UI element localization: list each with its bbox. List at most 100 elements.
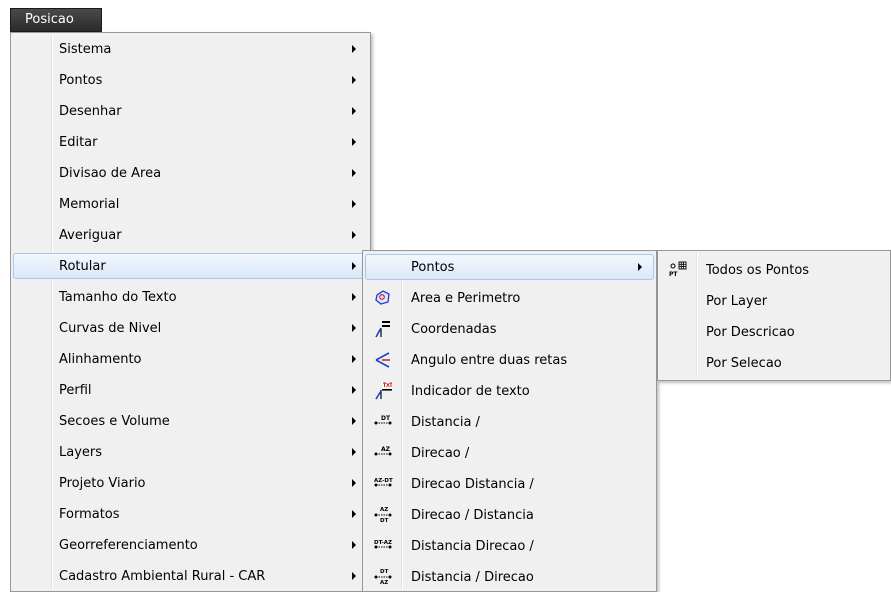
menu-item-label: Direcao Distancia /: [411, 476, 534, 492]
menu-item-divisao-de-area[interactable]: Divisao de Area: [13, 160, 368, 186]
menu-item-label: Direcao / Distancia: [411, 507, 534, 523]
submenu-arrow-icon: [352, 293, 356, 301]
submenu-arrow-icon: [352, 417, 356, 425]
submenu-item-todos-os-pontos[interactable]: PT Todos os Pontos: [660, 257, 888, 283]
menu-item-label: Por Selecao: [706, 355, 782, 371]
menu-item-label: Pontos: [59, 72, 103, 88]
submenu-item-distancia-sobre-direcao[interactable]: DT AZ Distancia / Direcao: [365, 564, 654, 590]
submenu-item-coordenadas[interactable]: Coordenadas: [365, 316, 654, 342]
menu-item-label: Sistema: [59, 41, 112, 57]
menu-item-label: Angulo entre duas retas: [411, 352, 568, 368]
menu-item-label: Averiguar: [59, 227, 122, 243]
menu-item-projeto-viario[interactable]: Projeto Viario: [13, 470, 368, 496]
menu-item-label: Distancia /: [411, 414, 480, 430]
submenu-arrow-icon: [352, 510, 356, 518]
svg-text:AZ: AZ: [380, 580, 388, 586]
menu-item-label: Desenhar: [59, 103, 122, 119]
menu-item-sistema[interactable]: Sistema: [13, 36, 368, 62]
submenu-arrow-icon: [352, 541, 356, 549]
menu-item-cadastro-ambiental-rural-car[interactable]: Cadastro Ambiental Rural - CAR: [13, 563, 368, 589]
svg-text:AZ: AZ: [380, 507, 388, 513]
distance-over-direction-icon: DT AZ: [374, 569, 392, 586]
submenu-item-angulo-entre-duas-retas[interactable]: Angulo entre duas retas: [365, 347, 654, 373]
menu-item-memorial[interactable]: Memorial: [13, 191, 368, 217]
submenu-arrow-icon: [352, 386, 356, 394]
menu-item-label: Tamanho do Texto: [59, 289, 177, 305]
menu-item-label: Georreferenciamento: [59, 537, 198, 553]
menu-item-averiguar[interactable]: Averiguar: [13, 222, 368, 248]
submenu-arrow-icon: [352, 355, 356, 363]
submenu-item-distancia-direcao[interactable]: DT-AZ Distancia Direcao /: [365, 533, 654, 559]
menu-item-label: Distancia Direcao /: [411, 538, 534, 554]
submenu-item-area-e-perimetro[interactable]: Area e Perimetro: [365, 285, 654, 311]
submenu-item-por-layer[interactable]: Por Layer: [660, 288, 888, 314]
submenu-item-por-selecao[interactable]: Por Selecao: [660, 350, 888, 376]
menu-item-label: Coordenadas: [411, 321, 497, 337]
svg-text:DT: DT: [380, 569, 389, 575]
menu-item-perfil[interactable]: Perfil: [13, 377, 368, 403]
submenu-arrow-icon: [352, 76, 356, 84]
menu-item-label: Por Layer: [706, 293, 768, 309]
menu-item-label: Layers: [59, 444, 103, 460]
submenu-item-distancia[interactable]: DT Distancia /: [365, 409, 654, 435]
distance-direction-icon: DT-AZ: [374, 540, 392, 549]
svg-text:DT: DT: [380, 518, 389, 524]
rotular-submenu: Pontos Area e Perimetro Coordenadas Angu…: [362, 250, 657, 592]
submenu-item-indicador-de-texto[interactable]: Indicador de texto: [365, 378, 654, 404]
menu-item-label: Rotular: [59, 258, 106, 274]
menu-item-georreferenciamento[interactable]: Georreferenciamento: [13, 532, 368, 558]
menu-item-label: Por Descricao: [706, 324, 795, 340]
submenu-arrow-icon: [352, 200, 356, 208]
menu-item-alinhamento[interactable]: Alinhamento: [13, 346, 368, 372]
menu-item-label: Todos os Pontos: [706, 262, 810, 278]
submenu-arrow-icon: [352, 138, 356, 146]
angle-icon: [375, 352, 390, 368]
svg-text:DT-AZ: DT-AZ: [374, 540, 392, 546]
submenu-item-por-descricao[interactable]: Por Descricao: [660, 319, 888, 345]
submenu-item-direcao-distancia[interactable]: AZ-DT Direcao Distancia /: [365, 471, 654, 497]
submenu-item-pontos[interactable]: Pontos: [365, 254, 654, 280]
menu-item-desenhar[interactable]: Desenhar: [13, 98, 368, 124]
menu-item-label: Editar: [59, 134, 98, 150]
submenu-item-direcao-sobre-distancia[interactable]: AZ DT Direcao / Distancia: [365, 502, 654, 528]
submenu-arrow-icon: [352, 448, 356, 456]
submenu-arrow-icon: [352, 324, 356, 332]
menu-item-pontos[interactable]: Pontos: [13, 67, 368, 93]
menu-item-label: Area e Perimetro: [411, 290, 521, 306]
submenu-arrow-icon: [352, 45, 356, 53]
submenu-arrow-icon: [638, 263, 642, 271]
all-points-icon: PT: [669, 261, 687, 278]
menu-item-label: Distancia / Direcao: [411, 569, 534, 585]
menu-item-label: Indicador de texto: [411, 383, 530, 399]
menu-item-label: Formatos: [59, 506, 120, 522]
submenu-item-direcao[interactable]: AZ Direcao /: [365, 440, 654, 466]
submenu-arrow-icon: [352, 262, 356, 270]
menu-item-secoes-e-volume[interactable]: Secoes e Volume: [13, 408, 368, 434]
menu-item-label: Curvas de Nivel: [59, 320, 162, 336]
menu-item-label: Direcao /: [411, 445, 470, 461]
menu-item-layers[interactable]: Layers: [13, 439, 368, 465]
menu-item-rotular[interactable]: Rotular: [13, 253, 368, 279]
submenu-arrow-icon: [352, 169, 356, 177]
menu-item-label: Secoes e Volume: [59, 413, 170, 429]
svg-text:DT: DT: [381, 415, 391, 422]
menu-item-label: Divisao de Area: [59, 165, 162, 181]
svg-text:AZ: AZ: [381, 446, 391, 453]
posicao-menu: Sistema Pontos Desenhar Editar Divisao d…: [10, 32, 371, 592]
direction-over-distance-icon: AZ DT: [374, 507, 392, 524]
submenu-arrow-icon: [352, 572, 356, 580]
menu-item-tamanho-do-texto[interactable]: Tamanho do Texto: [13, 284, 368, 310]
menu-item-label: Pontos: [411, 259, 455, 275]
text-indicator-icon: [375, 382, 392, 400]
area-perimeter-icon: [375, 290, 390, 305]
menu-item-label: Alinhamento: [59, 351, 142, 367]
menubar-posicao[interactable]: Posicao: [10, 8, 102, 32]
menu-item-formatos[interactable]: Formatos: [13, 501, 368, 527]
menu-item-label: Perfil: [59, 382, 92, 398]
menu-item-editar[interactable]: Editar: [13, 129, 368, 155]
submenu-arrow-icon: [352, 231, 356, 239]
menu-item-label: Cadastro Ambiental Rural - CAR: [59, 568, 266, 584]
svg-text:AZ-DT: AZ-DT: [374, 478, 393, 484]
menu-item-curvas-de-nivel[interactable]: Curvas de Nivel: [13, 315, 368, 341]
distance-icon: DT: [374, 415, 392, 425]
